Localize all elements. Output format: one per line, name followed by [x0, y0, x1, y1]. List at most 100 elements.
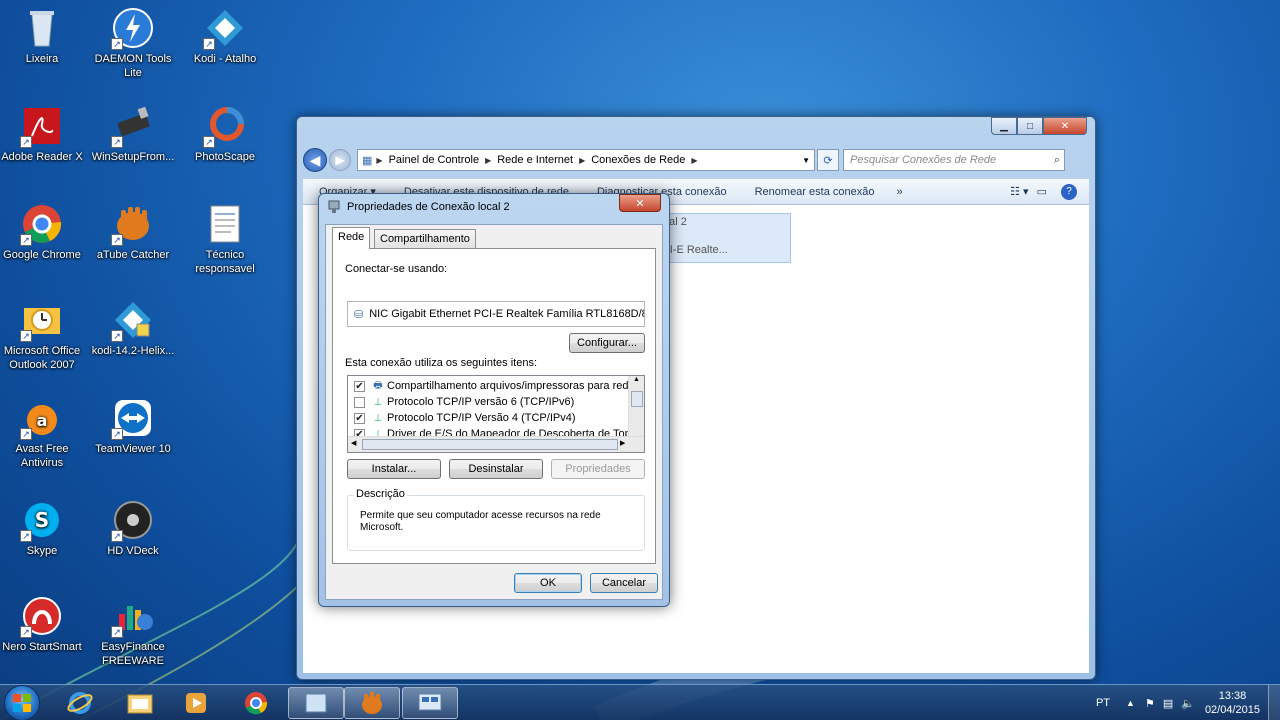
preview-pane-icon[interactable]: ▭: [1037, 185, 1047, 198]
breadcrumb-item[interactable]: Rede e Internet: [497, 154, 573, 166]
protocol-icon: ⊥: [373, 412, 383, 424]
list-item[interactable]: ⊥ Protocolo TCP/IP versão 6 (TCP/IPv6): [354, 394, 574, 410]
start-button[interactable]: [4, 685, 40, 720]
taskbar-internet-explorer[interactable]: [52, 687, 108, 719]
desktop-icon-label: Skype: [26, 545, 58, 557]
skype-icon: S ↗: [20, 498, 64, 542]
refresh-icon: ⟳: [823, 154, 833, 167]
item-checkbox[interactable]: ✔: [354, 380, 365, 392]
desktop-icon-winsetupfrom[interactable]: ↗ WinSetupFrom...: [87, 104, 179, 164]
breadcrumb-separator-icon: ▶: [485, 155, 492, 165]
address-bar[interactable]: ▦ ▶ Painel de Controle ▶ Rede e Internet…: [357, 149, 815, 171]
photoscape-icon: ↗: [203, 104, 247, 148]
desktop-icon-teamviewer[interactable]: ↗ TeamViewer 10: [87, 396, 179, 456]
desktop-icon-label: EasyFinance FREEWARE: [101, 641, 165, 667]
desktop-icon-label: Adobe Reader X: [1, 151, 83, 163]
list-item[interactable]: ✔ ⊥ Protocolo TCP/IP Versão 4 (TCP/IPv4): [354, 410, 576, 426]
breadcrumb-item[interactable]: Painel de Controle: [389, 154, 480, 166]
address-dropdown-icon[interactable]: ▼: [802, 156, 810, 165]
tab-panel-rede: Conectar-se usando: ⛁ NIC Gigabit Ethern…: [332, 248, 656, 564]
taskbar-network-connections[interactable]: [402, 687, 458, 719]
volume-icon[interactable]: 🔈: [1181, 697, 1195, 710]
atube-catcher-icon: ↗: [111, 202, 155, 246]
minimize-button[interactable]: ▁: [991, 117, 1017, 135]
desktop-icon-kodi-atalho[interactable]: ↗ Kodi - Atalho: [179, 6, 271, 66]
desktop-icon-tecnico-responsavel[interactable]: Técnico responsavel: [179, 202, 271, 276]
show-desktop-button[interactable]: [1268, 685, 1280, 720]
view-options-icon[interactable]: ☷ ▾: [1010, 185, 1028, 198]
search-placeholder: Pesquisar Conexões de Rede: [850, 154, 997, 166]
maximize-button[interactable]: □: [1017, 117, 1043, 135]
tab-rede[interactable]: Rede: [332, 227, 371, 249]
shortcut-arrow-icon: ↗: [111, 330, 123, 342]
desktop-icon-easyfinance[interactable]: ↗ EasyFinance FREEWARE: [87, 594, 179, 668]
back-arrow-icon: ◀: [309, 151, 321, 168]
scroll-left-icon[interactable]: ◀: [351, 439, 356, 447]
language-indicator[interactable]: PT: [1096, 697, 1110, 709]
item-label: Protocolo TCP/IP Versão 4 (TCP/IPv4): [387, 412, 576, 424]
breadcrumb-separator-icon: ▶: [579, 155, 586, 165]
taskbar-unknown-window[interactable]: [288, 687, 344, 719]
desktop-icon-outlook[interactable]: ↗ Microsoft Office Outlook 2007: [0, 298, 88, 372]
desktop-icon-lixeira[interactable]: Lixeira: [0, 6, 88, 66]
desktop-icon-photoscape[interactable]: ↗ PhotoScape: [179, 104, 271, 164]
vertical-scrollbar[interactable]: ▲: [628, 376, 644, 438]
shortcut-arrow-icon: ↗: [111, 136, 123, 148]
taskbar: PT ▲ ⚑ ▤ 🔈 13:38 02/04/2015: [0, 684, 1280, 720]
shortcut-arrow-icon: ↗: [20, 428, 32, 440]
network-icon[interactable]: ▤: [1163, 697, 1173, 710]
desktop-icon-label: Lixeira: [25, 53, 59, 65]
forward-button[interactable]: ▶: [329, 149, 351, 171]
desktop-icon-adobe-reader[interactable]: ↗ Adobe Reader X: [0, 104, 88, 164]
back-button[interactable]: ◀: [303, 148, 327, 172]
search-input[interactable]: Pesquisar Conexões de Rede ⌕: [843, 149, 1065, 171]
taskbar-google-chrome[interactable]: [228, 687, 284, 719]
scroll-up-icon[interactable]: ▲: [629, 376, 644, 383]
uninstall-button[interactable]: Desinstalar: [449, 459, 543, 479]
breadcrumb-item[interactable]: Conexões de Rede: [591, 154, 685, 166]
desktop-icon-hd-vdeck[interactable]: ↗ HD VDeck: [87, 498, 179, 558]
desktop-icon-nero[interactable]: ↗ Nero StartSmart: [0, 594, 88, 654]
desktop-icon-label: WinSetupFrom...: [91, 151, 175, 163]
action-center-icon[interactable]: ⚑: [1145, 697, 1155, 710]
item-checkbox[interactable]: [354, 396, 365, 408]
help-icon[interactable]: ?: [1061, 183, 1077, 200]
scroll-right-icon[interactable]: ▶: [620, 439, 625, 447]
svg-text:S: S: [35, 508, 49, 532]
more-commands-button[interactable]: »: [896, 186, 902, 198]
dialog-close-button[interactable]: ✕: [619, 194, 661, 212]
configure-button[interactable]: Configurar...: [569, 333, 645, 353]
clock-date: 02/04/2015: [1204, 704, 1260, 716]
dialog-body: Rede Compartilhamento Conectar-se usando…: [325, 224, 663, 600]
clock-time: 13:38: [1218, 690, 1247, 702]
scroll-thumb[interactable]: [362, 439, 618, 450]
desktop-icon-daemon-tools[interactable]: ↗ DAEMON Tools Lite: [87, 6, 179, 80]
desktop-icon-atube-catcher[interactable]: ↗ aTube Catcher: [87, 202, 179, 262]
desktop-icon-google-chrome[interactable]: ↗ Google Chrome: [0, 202, 88, 262]
taskbar-atube-catcher[interactable]: [344, 687, 400, 719]
properties-button[interactable]: Propriedades: [551, 459, 645, 479]
cancel-button[interactable]: Cancelar: [590, 573, 658, 593]
ok-button[interactable]: OK: [514, 573, 582, 593]
taskbar-media-player[interactable]: [168, 687, 224, 719]
item-label: Compartilhamento arquivos/impressoras pa…: [387, 380, 645, 392]
connection-properties-dialog: Propriedades de Conexão local 2 ✕ Rede C…: [318, 193, 670, 607]
items-list[interactable]: ✔ 🖶 Compartilhamento arquivos/impressora…: [347, 375, 645, 453]
taskbar-windows-explorer[interactable]: [112, 687, 168, 719]
close-button[interactable]: ✕: [1043, 117, 1087, 135]
desktop-icon-avast[interactable]: a ↗ Avast Free Antivirus: [0, 396, 88, 470]
rename-button[interactable]: Renomear esta conexão: [755, 186, 875, 198]
scroll-thumb[interactable]: [630, 391, 643, 407]
horizontal-scrollbar[interactable]: ◀ ▶: [348, 436, 644, 452]
desktop-icon-skype[interactable]: S ↗ Skype: [0, 498, 88, 558]
shortcut-arrow-icon: ↗: [20, 330, 32, 342]
desktop-icon-kodi-installer[interactable]: ↗ kodi-14.2-Helix...: [87, 298, 179, 358]
show-hidden-icons-icon[interactable]: ▲: [1126, 698, 1135, 708]
tab-compartilhamento[interactable]: Compartilhamento: [374, 229, 476, 249]
item-checkbox[interactable]: ✔: [354, 412, 365, 424]
clock[interactable]: 13:38 02/04/2015: [1205, 689, 1260, 717]
refresh-button[interactable]: ⟳: [817, 149, 839, 171]
install-button[interactable]: Instalar...: [347, 459, 441, 479]
list-item[interactable]: ✔ 🖶 Compartilhamento arquivos/impressora…: [354, 378, 645, 394]
desktop-icon-label: Avast Free Antivirus: [15, 443, 69, 469]
